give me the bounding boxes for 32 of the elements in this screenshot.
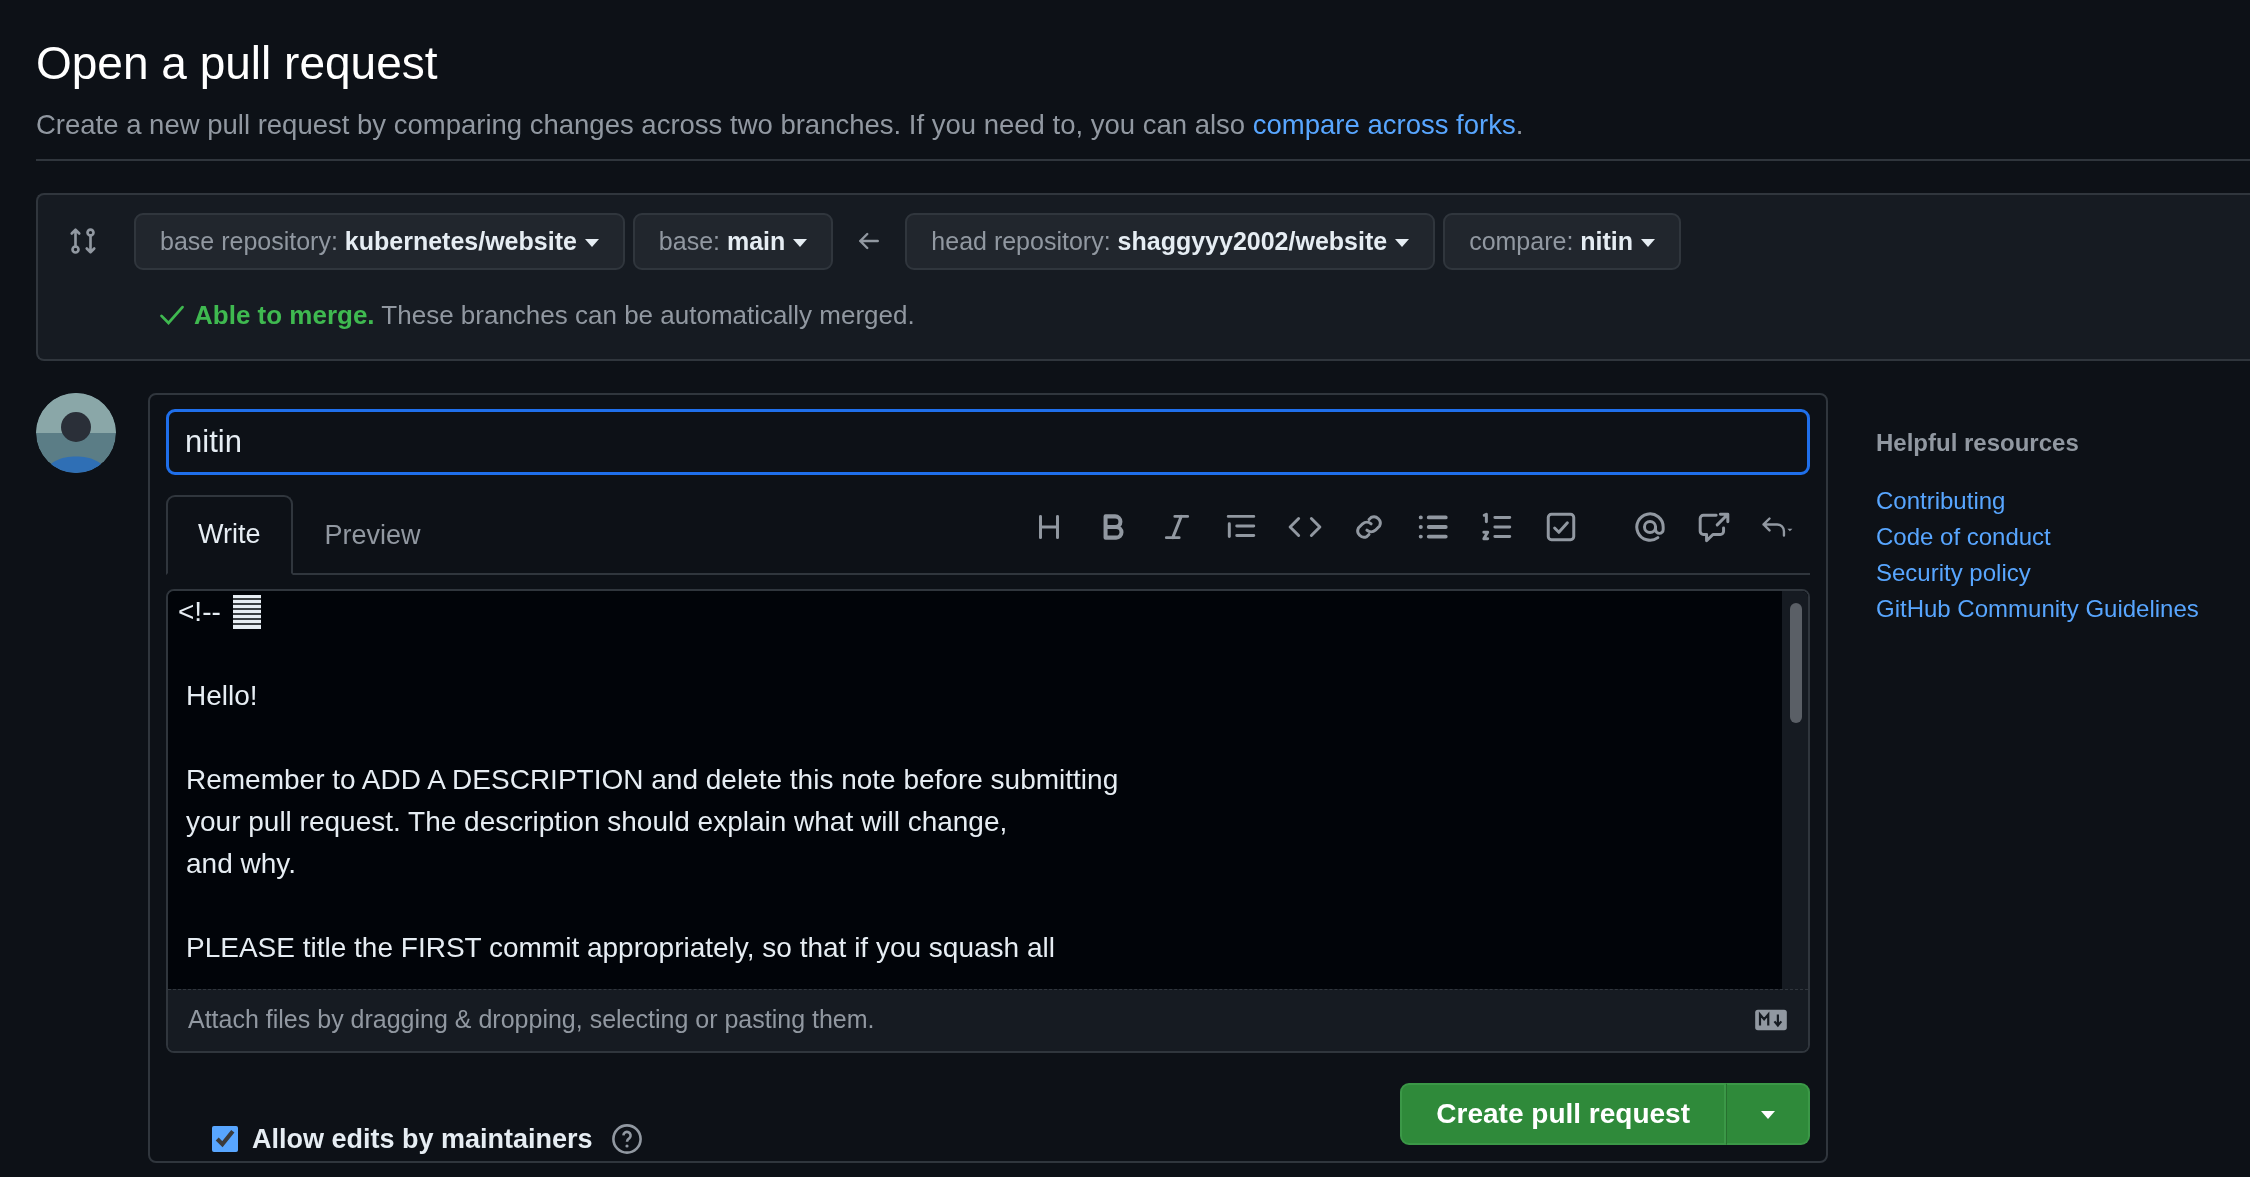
- resource-link[interactable]: Code of conduct: [1876, 519, 2199, 556]
- description-text: <!--: [178, 594, 221, 629]
- resource-link[interactable]: GitHub Community Guidelines: [1876, 591, 2199, 628]
- page-subtitle: Create a new pull request by comparing changes across two branches. If you need to, you can also compare across forks.: [36, 103, 2250, 162]
- help-icon: [610, 1122, 643, 1155]
- description-field[interactable]: [168, 590, 1808, 989]
- markdown-icon: [1754, 1009, 1788, 1032]
- resource-link[interactable]: Security policy: [1876, 555, 2199, 592]
- allow-edits-label: Allow edits by maintainers: [252, 1122, 593, 1156]
- title-field[interactable]: nitin: [166, 408, 1810, 475]
- compare-forks-link[interactable]: compare across forks: [1252, 108, 1516, 140]
- branch-dropdown[interactable]: base: main: [632, 213, 834, 270]
- page-title: Open a pull request: [36, 36, 439, 91]
- description-text: PLEASE title the FIRST commit appropriately, so that if you squash all: [186, 931, 1055, 963]
- create-pull-request-button[interactable]: Create pull request: [1400, 1082, 1726, 1145]
- mention-icon: [1633, 509, 1667, 544]
- allow-edits-checkbox[interactable]: [212, 1125, 238, 1152]
- description-text: Hello!: [186, 679, 258, 711]
- branch-dropdown[interactable]: compare: nitin: [1443, 213, 1682, 270]
- cursor-lines-icon: [232, 594, 261, 629]
- sidebar-heading: Helpful resources: [1876, 428, 2080, 458]
- editor-tab[interactable]: Preview: [292, 494, 453, 575]
- scrollbar[interactable]: [1782, 590, 1808, 989]
- editor-tab[interactable]: Write: [166, 494, 293, 575]
- resource-link[interactable]: Contributing: [1876, 483, 2199, 520]
- branch-dropdown[interactable]: base repository: kubernetes/website: [134, 213, 625, 270]
- create-options-button[interactable]: [1726, 1082, 1810, 1145]
- description-text: Remember to ADD A DESCRIPTION and delete this note before submitting your pull request. The description should explain what will change, and why.: [186, 763, 1119, 879]
- branch-dropdown[interactable]: head repository: shaggyyy2002/website: [905, 213, 1436, 270]
- attach-hint: Attach files by dragging & dropping, selecting or pasting them.: [188, 1004, 875, 1036]
- compare-icon: [68, 226, 98, 257]
- merge-status-text: Able to merge. These branches can be automatically merged.: [194, 298, 915, 332]
